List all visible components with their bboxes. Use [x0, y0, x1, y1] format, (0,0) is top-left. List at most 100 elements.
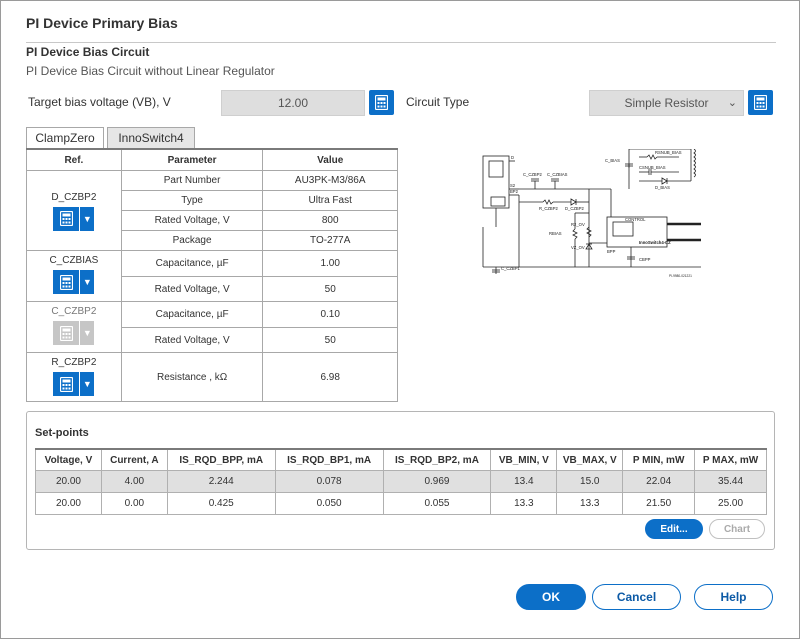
dialog-title: PI Device Primary Bias	[26, 15, 178, 31]
schematic-label: S2	[510, 183, 516, 188]
tab-innoswitch4[interactable]: InnoSwitch4	[107, 127, 195, 148]
schematic-label: C_BIAS	[605, 158, 620, 163]
ref-cell: R_CZBP2 ▼	[26, 352, 122, 402]
column-header: Parameter	[120, 148, 264, 171]
title-divider	[26, 42, 776, 43]
table-row[interactable]: 20.00 0.00 0.425 0.050 0.055 13.3 13.3 2…	[35, 492, 767, 515]
setpoints-title: Set-points	[35, 427, 89, 439]
table-cell: 13.4	[490, 470, 558, 493]
chevron-down-icon[interactable]: ▼	[79, 270, 95, 294]
table-cell: 15.0	[556, 470, 624, 493]
r-czbp2-calc-button[interactable]: ▼	[53, 372, 95, 396]
schematic-label: C_CZBP2	[523, 172, 543, 177]
table-cell: 22.04	[622, 470, 696, 493]
schematic-label: C_CZBIAS	[547, 172, 568, 177]
edit-button[interactable]: Edit...	[645, 519, 703, 539]
ok-button[interactable]: OK	[516, 584, 586, 610]
value-cell: TO-277A	[262, 230, 398, 251]
circuit-type-label: Circuit Type	[406, 95, 470, 109]
calculator-icon	[53, 321, 80, 345]
target-bias-field[interactable]: 12.00	[221, 90, 365, 116]
column-header: VB_MAX, V	[556, 448, 624, 471]
schematic-label: D_BIAS	[655, 185, 670, 190]
setpoints-panel: Set-points Voltage, V Current, A IS_RQD_…	[26, 411, 775, 550]
table-row: C_CZBIAS ▼ Capacitance, µF 1.00	[26, 250, 398, 302]
table-cell: 0.00	[100, 492, 168, 515]
table-row: D_CZBP2 ▼ Part Number AU3PK-M3/86A	[26, 170, 398, 251]
column-header: Ref.	[26, 148, 122, 171]
schematic-label: R2_OV	[571, 222, 585, 227]
target-bias-label: Target bias voltage (VB), V	[28, 95, 171, 109]
param-cell: Capacitance, µF	[120, 301, 264, 328]
ref-name: R_CZBP2	[51, 357, 97, 368]
value-cell: Ultra Fast	[262, 190, 398, 211]
param-cell: Type	[120, 190, 264, 211]
circuit-type-select[interactable]: Simple Resistor ⌄	[589, 90, 744, 116]
column-header: Current, A	[100, 448, 168, 471]
chevron-down-icon[interactable]: ▼	[79, 206, 95, 231]
schematic-label: R_CZBP2	[539, 206, 559, 211]
value-cell: 6.98	[262, 352, 398, 402]
param-cell: Rated Voltage, V	[120, 210, 264, 231]
chevron-down-icon[interactable]: ▼	[79, 372, 95, 396]
table-cell: 2.244	[166, 470, 276, 493]
table-cell: 13.3	[556, 492, 624, 515]
table-row[interactable]: 20.00 4.00 2.244 0.078 0.969 13.4 15.0 2…	[35, 470, 767, 493]
table-cell: 25.00	[694, 492, 767, 515]
value-cell: 50	[262, 327, 398, 353]
bias-circuit-schematic: D S2 BP2 C_CZBP2 C_CZBIAS R_CZBP2 D_CZBP…	[482, 149, 701, 278]
column-header: P MIN, mW	[622, 448, 696, 471]
table-cell: 4.00	[100, 470, 168, 493]
cancel-button[interactable]: Cancel	[592, 584, 681, 610]
column-header: IS_RQD_BP2, mA	[382, 448, 492, 471]
calculator-icon	[754, 95, 767, 110]
schematic-label: RSNUB_BIAS	[655, 150, 682, 155]
calculator-icon	[53, 206, 80, 231]
schematic-label: BP2	[510, 189, 519, 194]
chevron-down-icon: ⌄	[727, 97, 737, 109]
ref-name: D_CZBP2	[51, 191, 97, 203]
column-header: Value	[262, 148, 398, 171]
param-cell: Resistance , kΩ	[120, 352, 264, 402]
column-header: Voltage, V	[35, 448, 102, 471]
tab-clampzero[interactable]: ClampZero	[26, 127, 104, 149]
column-header: IS_RQD_BP1, mA	[274, 448, 384, 471]
schematic-label: D	[511, 155, 514, 160]
table-cell: 0.969	[382, 470, 492, 493]
table-cell: 35.44	[694, 470, 767, 493]
table-cell: 0.078	[274, 470, 384, 493]
value-cell: AU3PK-M3/86A	[262, 170, 398, 191]
dialog: PI Device Primary Bias PI Device Bias Ci…	[0, 0, 800, 639]
table-cell: 0.055	[382, 492, 492, 515]
value-cell: 0.10	[262, 301, 398, 328]
param-cell: Package	[120, 230, 264, 251]
d-czbp2-calc-button[interactable]: ▼	[53, 206, 95, 231]
calculator-icon	[375, 95, 388, 110]
c-czbp2-calc-button: ▼	[53, 321, 95, 345]
param-cell: Rated Voltage, V	[120, 327, 264, 353]
table-cell: 21.50	[622, 492, 696, 515]
column-header: IS_RQD_BPP, mA	[166, 448, 276, 471]
ref-cell: D_CZBP2 ▼	[26, 170, 122, 251]
circuit-type-calc-button[interactable]	[748, 90, 773, 115]
ref-name: C_CZBIAS	[49, 255, 99, 266]
table-row: R_CZBP2 ▼ Resistance , kΩ 6.98	[26, 352, 398, 402]
help-button[interactable]: Help	[694, 584, 773, 610]
target-bias-calc-button[interactable]	[369, 90, 394, 115]
circuit-type-value: Simple Resistor	[624, 96, 709, 110]
section-title: PI Device Bias Circuit	[26, 45, 150, 59]
value-cell: 1.00	[262, 250, 398, 277]
table-cell: 13.3	[490, 492, 558, 515]
table-cell: 20.00	[35, 470, 102, 493]
c-czbias-calc-button[interactable]: ▼	[53, 270, 95, 294]
table-cell: 0.425	[166, 492, 276, 515]
schematic-label: CBPP	[639, 257, 651, 262]
schematic-label: C_CZBP1	[501, 266, 521, 271]
table-cell: 20.00	[35, 492, 102, 515]
chart-button: Chart	[709, 519, 765, 539]
value-cell: 800	[262, 210, 398, 231]
value-cell: 50	[262, 276, 398, 302]
setpoints-table: Voltage, V Current, A IS_RQD_BPP, mA IS_…	[35, 448, 767, 515]
ref-cell: C_CZBP2 ▼	[26, 301, 122, 353]
schematic-label: CSNUB_BIAS	[639, 165, 666, 170]
